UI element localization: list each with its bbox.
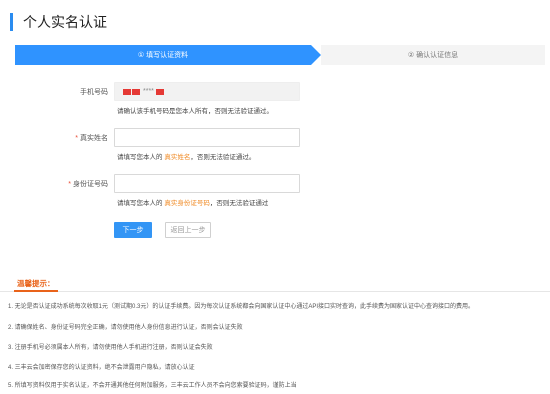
idnum-label-text: 身份证号码 bbox=[73, 181, 108, 188]
name-label: * 真实姓名 bbox=[0, 133, 108, 143]
step-fill-info: ① 填写认证资料 bbox=[15, 45, 311, 65]
phone-hint: 请确认该手机号码是您本人所有，否则无法验证通过。 bbox=[117, 108, 273, 115]
required-mark: * bbox=[68, 181, 71, 188]
tip-item: 3. 注册手机号必须属本人所有，请勿使用他人手机进行注册，否则认证会失败 bbox=[8, 345, 213, 351]
masked-digits bbox=[123, 88, 131, 95]
tips-header: 温馨提示： bbox=[0, 274, 550, 292]
tip-item: 1. 无论是否认证成功系统每次收取1元（测试期0.3元）的认证手续费。因为每次认… bbox=[8, 304, 475, 310]
page-header: 个人实名认证 bbox=[10, 12, 107, 32]
progress-steps: ① 填写认证资料 ② 确认认证信息 bbox=[15, 45, 545, 65]
name-hint-suffix: ，否则无法验证通过。 bbox=[190, 154, 256, 161]
phone-masked-text: **** bbox=[143, 88, 154, 95]
tip-item: 4. 三丰云会加密保存您的认证资料，绝不会泄露用户隐私，请放心认证 bbox=[8, 365, 195, 371]
required-mark: * bbox=[75, 135, 78, 142]
idnum-hint-prefix: 请填写您本人的 bbox=[117, 200, 163, 207]
tip-item: 2. 请确保姓名、身份证号码完全正确，请勿使用他人身份信息进行认证，否则会认证失… bbox=[8, 325, 243, 331]
id-number-input[interactable] bbox=[114, 174, 300, 193]
name-hint-prefix: 请填写您本人的 bbox=[117, 154, 163, 161]
real-name-input[interactable] bbox=[114, 128, 300, 147]
step-arrow bbox=[311, 45, 321, 65]
tips-title-underline bbox=[14, 290, 58, 292]
name-hint: 请填写您本人的 真实姓名，否则无法验证通过。 bbox=[117, 151, 255, 161]
name-hint-emphasis: 真实姓名 bbox=[164, 154, 191, 161]
tip-item: 5. 所填写资料仅用于实名认证，不会开通其他任何附加服务，三丰云工作人员不会向您… bbox=[8, 383, 297, 389]
idnum-hint-suffix: ，否则无法验证通过 bbox=[209, 200, 269, 207]
title-accent-bar bbox=[10, 13, 13, 31]
masked-digits bbox=[132, 88, 140, 95]
tips-title: 温馨提示： bbox=[17, 279, 55, 288]
phone-label: 手机号码 bbox=[80, 89, 108, 96]
masked-digits bbox=[155, 88, 164, 95]
idnum-label: * 身份证号码 bbox=[0, 179, 108, 189]
step-confirm-info: ② 确认认证信息 bbox=[321, 45, 545, 65]
next-button[interactable]: 下一步 bbox=[114, 222, 152, 238]
back-button[interactable]: 返回上一步 bbox=[165, 222, 211, 238]
idnum-hint-emphasis: 真实身份证号码 bbox=[164, 200, 210, 207]
idnum-hint: 请填写您本人的 真实身份证号码，否则无法验证通过 bbox=[117, 197, 268, 207]
phone-field: **** bbox=[114, 82, 300, 101]
page-title: 个人实名认证 bbox=[23, 14, 107, 30]
name-label-text: 真实姓名 bbox=[80, 135, 108, 142]
